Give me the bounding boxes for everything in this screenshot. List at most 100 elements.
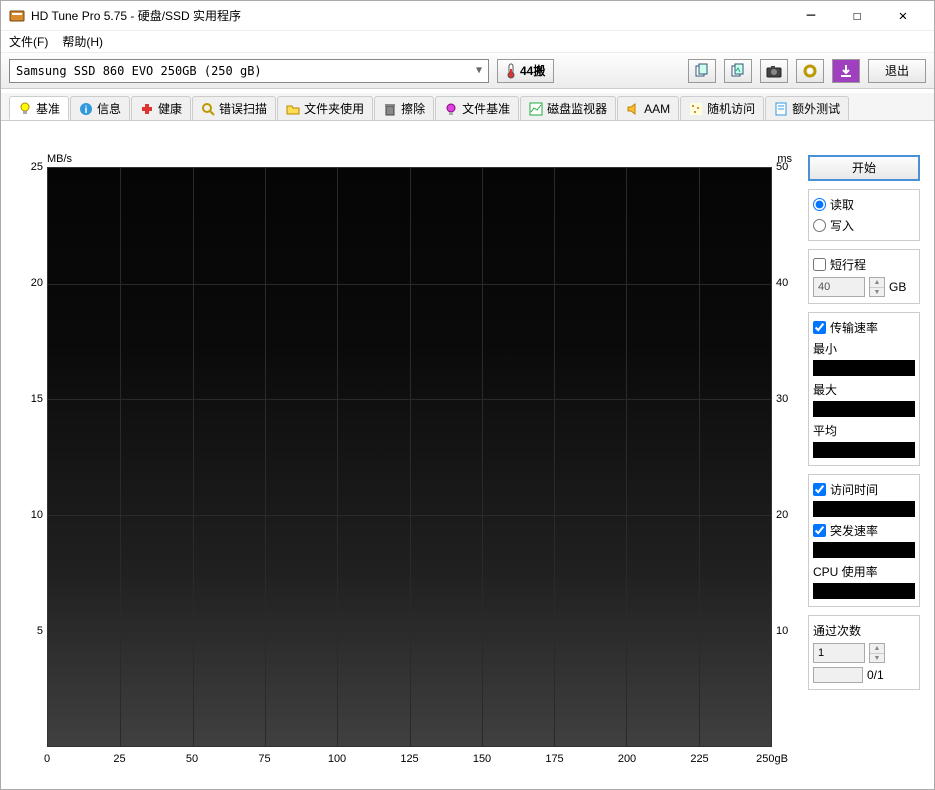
- thermometer-icon: [506, 63, 516, 79]
- close-button[interactable]: ✕: [880, 2, 926, 30]
- access-time-value: [813, 501, 915, 517]
- tab-benchmark[interactable]: 基准: [9, 96, 69, 120]
- camera-icon: [766, 63, 782, 79]
- cpu-usage-value: [813, 583, 915, 599]
- tab-folder-usage[interactable]: 文件夹使用: [277, 96, 373, 120]
- download-icon: [838, 63, 854, 79]
- benchmark-chart: MB/s ms 25201510550403020100255075100125…: [7, 157, 800, 783]
- y-left-tick: 25: [31, 161, 43, 173]
- tab-aam[interactable]: AAM: [617, 96, 679, 120]
- copy-chart-icon: [730, 63, 746, 79]
- toolbar: Samsung SSD 860 EVO 250GB (250 gB) ▼ 44搬…: [1, 53, 934, 89]
- start-button[interactable]: 开始: [808, 155, 920, 181]
- y-left-tick: 20: [31, 277, 43, 289]
- x-tick: 100: [328, 753, 346, 765]
- chevron-down-icon: ▼: [476, 65, 482, 76]
- passes-input[interactable]: [813, 643, 865, 663]
- titlebar: HD Tune Pro 5.75 - 硬盘/SSD 实用程序 ─ ☐ ✕: [1, 1, 934, 31]
- passes-label: 通过次数: [811, 620, 917, 641]
- y-axis-left-unit: MB/s: [47, 153, 72, 165]
- x-tick: 50: [186, 753, 198, 765]
- read-radio[interactable]: 读取: [811, 194, 917, 215]
- x-tick: 125: [400, 753, 418, 765]
- x-tick: 75: [258, 753, 270, 765]
- y-right-tick: 40: [776, 277, 788, 289]
- gear-icon: [802, 63, 818, 79]
- short-stroke-spinner[interactable]: ▲▼: [869, 277, 885, 297]
- max-value: [813, 401, 915, 417]
- speaker-icon: [626, 102, 640, 116]
- app-window: HD Tune Pro 5.75 - 硬盘/SSD 实用程序 ─ ☐ ✕ 文件(…: [0, 0, 935, 790]
- avg-value: [813, 442, 915, 458]
- y-right-tick: 20: [776, 509, 788, 521]
- x-tick: 0: [44, 753, 50, 765]
- tab-erase[interactable]: 擦除: [374, 96, 434, 120]
- tab-random-access[interactable]: 随机访问: [680, 96, 764, 120]
- menu-file[interactable]: 文件(F): [9, 33, 48, 50]
- y-right-tick: 50: [776, 161, 788, 173]
- copy-icon: [694, 63, 710, 79]
- tab-disk-monitor[interactable]: 磁盘监视器: [520, 96, 616, 120]
- tab-info[interactable]: i信息: [70, 96, 130, 120]
- maximize-button[interactable]: ☐: [834, 2, 880, 30]
- trash-icon: [383, 102, 397, 116]
- info-icon: i: [79, 102, 93, 116]
- y-left-tick: 10: [31, 509, 43, 521]
- side-panel: 开始 读取 写入 短行程 ▲▼ GB 传输速率 最小 最大 平均: [800, 127, 928, 783]
- tab-file-benchmark[interactable]: 文件基准: [435, 96, 519, 120]
- save-button[interactable]: [832, 59, 860, 83]
- page-icon: [774, 102, 788, 116]
- write-radio[interactable]: 写入: [811, 215, 917, 236]
- passes-spinner[interactable]: ▲▼: [869, 643, 885, 663]
- menu-help[interactable]: 帮助(H): [62, 33, 103, 50]
- tabbar: 基准 i信息 健康 错误扫描 文件夹使用 擦除 文件基准 磁盘监视器 AAM 随…: [1, 93, 934, 121]
- x-tick: 250gB: [756, 753, 788, 765]
- tab-extra-tests[interactable]: 额外测试: [765, 96, 849, 120]
- transfer-rate-checkbox[interactable]: 传输速率: [811, 317, 917, 338]
- chart-icon: [529, 102, 543, 116]
- x-tick: 175: [545, 753, 563, 765]
- short-stroke-input[interactable]: [813, 277, 865, 297]
- y-left-tick: 15: [31, 393, 43, 405]
- y-right-tick: 10: [776, 625, 788, 637]
- short-stroke-checkbox[interactable]: 短行程: [811, 254, 917, 275]
- screenshot-button[interactable]: [760, 59, 788, 83]
- search-icon: [201, 102, 215, 116]
- x-tick: 200: [618, 753, 636, 765]
- cpu-usage-label: CPU 使用率: [811, 561, 917, 582]
- min-label: 最小: [811, 338, 917, 359]
- drive-select[interactable]: Samsung SSD 860 EVO 250GB (250 gB) ▼: [9, 59, 489, 83]
- x-tick: 25: [113, 753, 125, 765]
- exit-button[interactable]: 退出: [868, 59, 926, 83]
- x-tick: 150: [473, 753, 491, 765]
- passes-progress: [813, 667, 863, 683]
- burst-rate-value: [813, 542, 915, 558]
- menubar: 文件(F) 帮助(H): [1, 31, 934, 53]
- y-left-tick: 5: [37, 625, 43, 637]
- dots-icon: [689, 102, 703, 116]
- temperature-value: 44搬: [520, 62, 545, 79]
- avg-label: 平均: [811, 420, 917, 441]
- tab-health[interactable]: 健康: [131, 96, 191, 120]
- y-right-tick: 30: [776, 393, 788, 405]
- x-tick: 225: [690, 753, 708, 765]
- minimize-button[interactable]: ─: [788, 2, 834, 30]
- app-icon: [9, 8, 25, 24]
- svg-text:i: i: [85, 105, 88, 116]
- plus-icon: [140, 102, 154, 116]
- copy-screenshot-button[interactable]: [724, 59, 752, 83]
- burst-rate-checkbox[interactable]: 突发速率: [811, 520, 917, 541]
- bulb-icon: [18, 101, 32, 115]
- copy-info-button[interactable]: [688, 59, 716, 83]
- min-value: [813, 360, 915, 376]
- tab-error-scan[interactable]: 错误扫描: [192, 96, 276, 120]
- options-button[interactable]: [796, 59, 824, 83]
- window-title: HD Tune Pro 5.75 - 硬盘/SSD 实用程序: [31, 7, 788, 24]
- access-time-checkbox[interactable]: 访问时间: [811, 479, 917, 500]
- folder-icon: [286, 102, 300, 116]
- bulb-icon: [444, 102, 458, 116]
- max-label: 最大: [811, 379, 917, 400]
- content-area: MB/s ms 25201510550403020100255075100125…: [1, 121, 934, 789]
- drive-select-value: Samsung SSD 860 EVO 250GB (250 gB): [16, 64, 262, 78]
- passes-progress-text: 0/1: [867, 668, 884, 682]
